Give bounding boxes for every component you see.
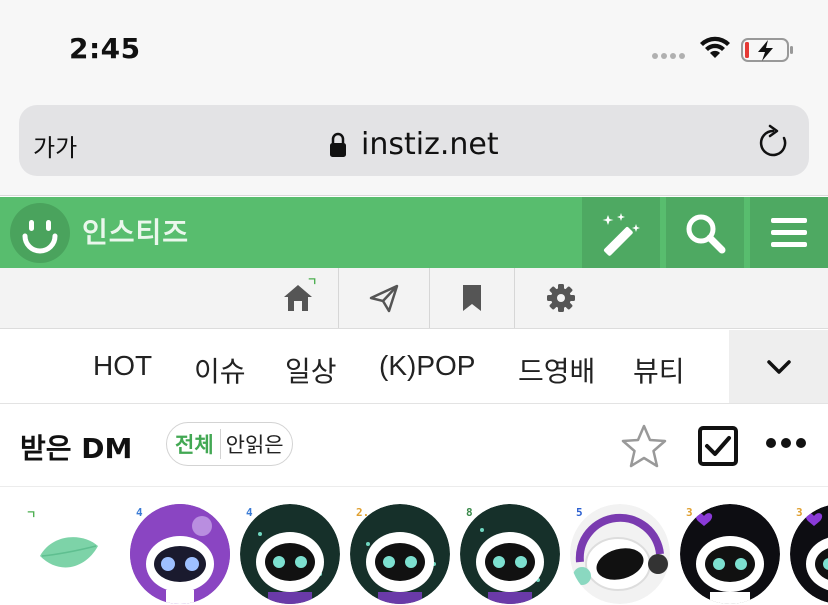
bookmark-icon <box>463 285 481 311</box>
status-bar: 2:45 <box>0 0 828 96</box>
tab-hot[interactable]: HOT <box>93 350 152 382</box>
lock-icon <box>330 132 346 157</box>
filter-all-button[interactable]: 전체 <box>175 429 221 459</box>
search-button[interactable] <box>666 197 744 268</box>
menu-button[interactable] <box>750 197 828 268</box>
site-logo[interactable] <box>10 203 70 263</box>
robot-headphone-avatar-icon <box>570 504 670 604</box>
tab-beauty[interactable]: 뷰티 <box>633 350 685 390</box>
tabs-expand-button[interactable] <box>729 330 828 403</box>
wifi-icon <box>700 36 730 58</box>
avatar[interactable] <box>240 504 340 604</box>
address-bar[interactable]: 가가 instiz.net <box>19 105 809 176</box>
avatar-leaf[interactable] <box>20 504 120 604</box>
category-tabs: HOT 이슈 일상 (K)POP 드영배 뷰티 <box>0 330 828 404</box>
magic-wand-button[interactable] <box>582 197 660 268</box>
home-button[interactable] <box>258 268 338 328</box>
avatar[interactable] <box>460 504 560 604</box>
avatar[interactable] <box>570 504 670 604</box>
avatar-badge: 3 <box>796 506 803 519</box>
send-dm-button[interactable] <box>339 268 429 328</box>
avatar[interactable] <box>350 504 450 604</box>
select-checkbox-icon[interactable] <box>697 425 739 467</box>
tab-kpop[interactable]: (K)POP <box>379 350 475 382</box>
search-icon <box>686 214 726 253</box>
smiley-logo-icon <box>22 220 58 254</box>
dm-avatar-list: ㄱ 4 4 2. 8 5 3 3 <box>0 488 828 605</box>
robot-heart-avatar-icon <box>680 504 780 604</box>
avatar-badge: 8 <box>466 506 473 519</box>
reload-icon[interactable] <box>757 124 791 160</box>
more-options-icon[interactable] <box>766 438 806 448</box>
avatar-badge: 3 <box>686 506 693 519</box>
avatar-badge: 5 <box>576 506 583 519</box>
robot-avatar-icon <box>240 504 340 604</box>
robot-heart-avatar-icon <box>790 505 828 603</box>
tab-issue[interactable]: 이슈 <box>194 350 246 390</box>
signal-icon <box>652 53 685 59</box>
robot-avatar-icon <box>350 504 450 604</box>
avatar-badge: 4 <box>136 506 143 519</box>
tab-drama-movie[interactable]: 드영배 <box>518 350 595 390</box>
home-notification-badge: ㄱ <box>307 275 318 288</box>
hamburger-menu-icon <box>771 217 807 247</box>
battery-charging-icon <box>741 38 793 62</box>
avatar-badge: 4 <box>246 506 253 519</box>
leaf-icon <box>40 537 98 568</box>
avatar[interactable] <box>680 504 780 604</box>
avatar[interactable] <box>790 504 828 604</box>
page-title: 받은 DM <box>20 432 133 465</box>
robot-avatar-icon <box>130 504 230 604</box>
dm-header: 받은 DM 전체 안읽은 <box>0 405 828 487</box>
nav-icon-bar: ㄱ <box>0 268 828 329</box>
bookmark-button[interactable] <box>430 268 514 328</box>
site-name[interactable]: 인스티즈 <box>82 211 189 251</box>
chevron-down-icon <box>766 359 791 374</box>
robot-avatar-icon <box>460 504 560 604</box>
tab-daily[interactable]: 일상 <box>285 350 337 390</box>
browser-toolbar: 가가 instiz.net <box>0 96 828 196</box>
site-header: 인스티즈 <box>0 197 828 268</box>
avatar[interactable] <box>130 504 230 604</box>
dm-filter-toggle[interactable]: 전체 안읽은 <box>166 422 293 466</box>
magic-wand-icon <box>602 212 640 256</box>
status-time: 2:45 <box>69 32 141 65</box>
text-size-button[interactable]: 가가 <box>33 128 77 163</box>
paper-plane-icon <box>369 284 399 313</box>
star-icon[interactable] <box>620 423 668 469</box>
settings-button[interactable] <box>515 268 607 328</box>
gear-icon <box>547 284 575 312</box>
filter-unread-button[interactable]: 안읽은 <box>221 429 284 459</box>
url-text[interactable]: instiz.net <box>361 127 499 162</box>
